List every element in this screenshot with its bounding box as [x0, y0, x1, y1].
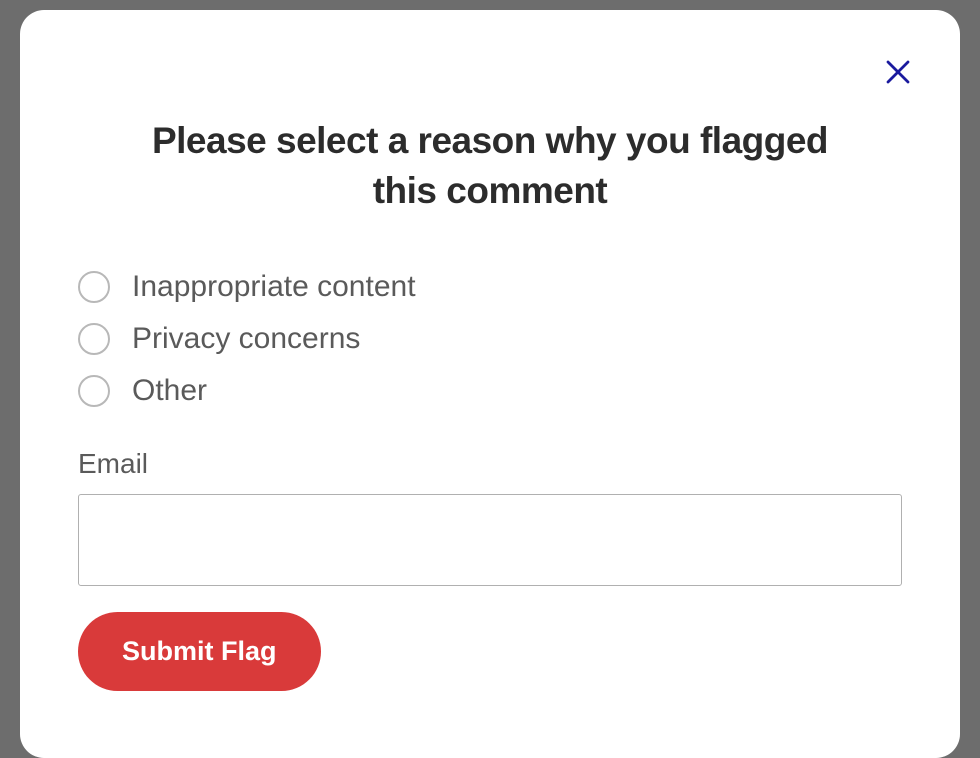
radio-label: Other: [132, 374, 207, 408]
submit-flag-button[interactable]: Submit Flag: [78, 612, 321, 691]
email-label: Email: [78, 448, 902, 480]
radio-label: Privacy concerns: [132, 322, 360, 356]
modal-title: Please select a reason why you flagged t…: [78, 116, 902, 216]
flag-comment-modal: Please select a reason why you flagged t…: [20, 10, 960, 758]
radio-circle-icon: [78, 323, 110, 355]
radio-circle-icon: [78, 375, 110, 407]
radio-label: Inappropriate content: [132, 270, 416, 304]
radio-circle-icon: [78, 271, 110, 303]
reason-radio-group: Inappropriate content Privacy concerns O…: [78, 270, 902, 408]
email-field[interactable]: [78, 494, 902, 586]
radio-option-other[interactable]: Other: [78, 374, 902, 408]
radio-option-inappropriate[interactable]: Inappropriate content: [78, 270, 902, 304]
close-icon: [883, 57, 913, 87]
radio-option-privacy[interactable]: Privacy concerns: [78, 322, 902, 356]
close-button[interactable]: [880, 54, 916, 90]
